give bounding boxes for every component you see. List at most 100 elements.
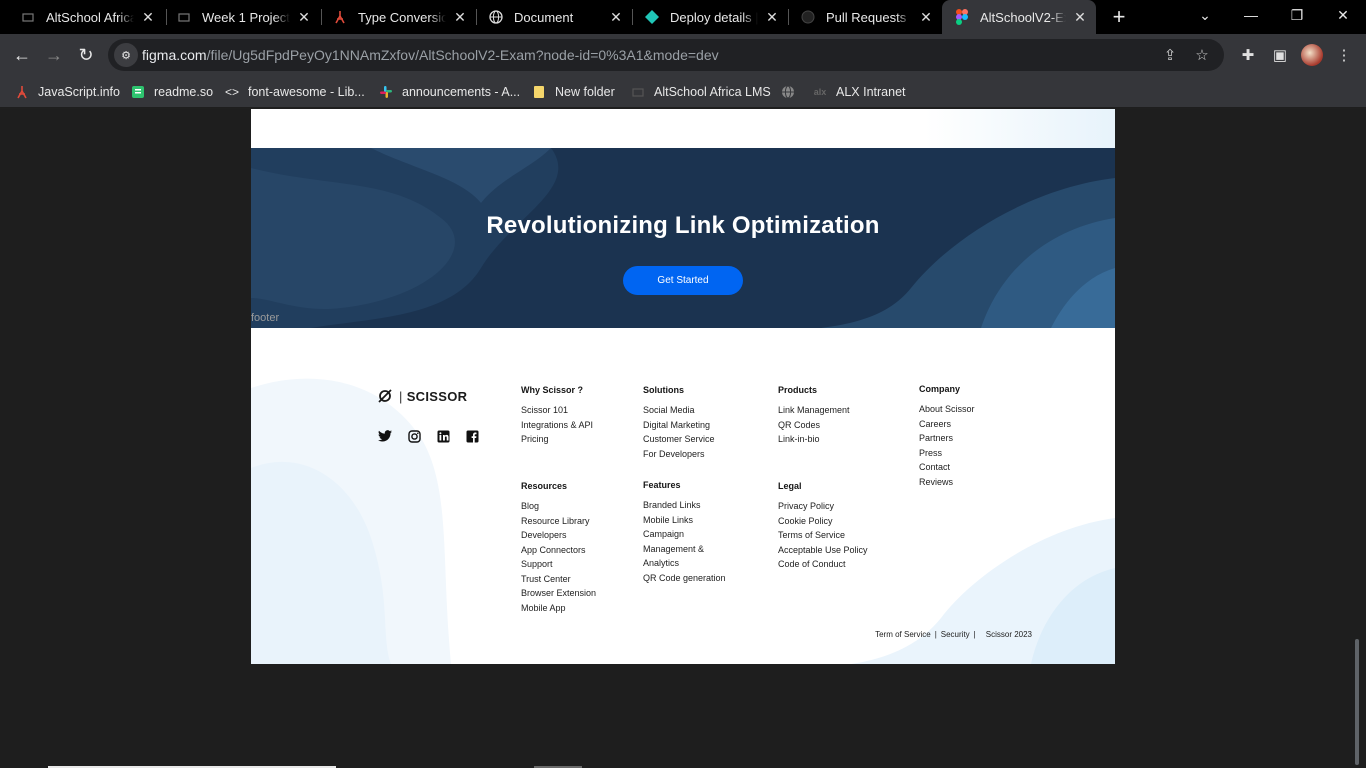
footer-legal-bar: Term of Service | Security | Scissor 2023 xyxy=(875,630,1032,639)
footer-link[interactable]: Social Media xyxy=(643,403,715,418)
footer-link[interactable]: Code of Conduct xyxy=(778,557,868,572)
footer-link[interactable]: Privacy Policy xyxy=(778,499,868,514)
share-icon[interactable]: ⇪ xyxy=(1160,45,1180,65)
footer-link[interactable]: Contact xyxy=(919,460,975,475)
footer-link[interactable]: Trust Center xyxy=(521,572,596,587)
address-url[interactable]: figma.com/file/Ug5dFpdPeyOy1NNAmZxfov/Al… xyxy=(142,47,719,63)
frame-name-label[interactable]: footer xyxy=(251,312,279,324)
tab-altschool[interactable]: AltSchool Africa LMS ✕ xyxy=(8,0,164,34)
address-bar[interactable]: ⚙ figma.com/file/Ug5dFpdPeyOy1NNAmZxfov/… xyxy=(108,39,1224,71)
footer-link[interactable]: Mobile App xyxy=(521,601,596,616)
forward-arrow-icon[interactable]: → xyxy=(40,41,68,69)
minimize-icon[interactable]: — xyxy=(1228,0,1274,30)
tab-document[interactable]: Document ✕ xyxy=(476,0,632,34)
tab-figma-exam[interactable]: AltSchoolV2-Exam ✕ xyxy=(942,0,1096,34)
new-tab-icon[interactable]: + xyxy=(1106,4,1132,30)
back-arrow-icon[interactable]: ← xyxy=(8,41,36,69)
footer-link[interactable]: Link-in-bio xyxy=(778,432,850,447)
tab-week1-project[interactable]: Week 1 Project 2 ✕ xyxy=(164,0,320,34)
bookmark-readme[interactable]: readme.so xyxy=(130,82,213,102)
footer-link[interactable]: Branded Links xyxy=(643,498,726,513)
figma-icon xyxy=(954,9,970,25)
footer-column-legal: Legal Privacy Policy Cookie Policy Terms… xyxy=(778,481,868,572)
window-close-icon[interactable]: ✕ xyxy=(1320,0,1366,30)
footer-link[interactable]: Browser Extension xyxy=(521,586,596,601)
close-icon[interactable]: ✕ xyxy=(764,9,780,25)
bookmarks-bar: JavaScript.info readme.so <> font-awesom… xyxy=(0,76,1366,108)
more-menu-icon[interactable]: ⋮ xyxy=(1334,45,1354,65)
footer-link[interactable]: Cookie Policy xyxy=(778,514,868,529)
tab-netlify-deploy[interactable]: Deploy details | Netlify ✕ xyxy=(632,0,788,34)
instagram-icon[interactable] xyxy=(406,428,422,444)
footer-link[interactable]: Integrations & API xyxy=(521,418,593,433)
extensions-icon[interactable]: ✚ xyxy=(1238,45,1258,65)
linkedin-icon[interactable] xyxy=(435,428,451,444)
footer-link[interactable]: Developers xyxy=(521,528,596,543)
close-icon[interactable]: ✕ xyxy=(1072,9,1088,25)
tab-pull-requests[interactable]: Pull Requests ✕ xyxy=(788,0,942,34)
tab-title: AltSchool Africa LMS xyxy=(46,9,134,25)
footer-link[interactable]: Reviews xyxy=(919,475,975,490)
terms-link[interactable]: Term of Service xyxy=(875,630,931,639)
footer-link[interactable]: For Developers xyxy=(643,447,715,462)
footer-link[interactable]: Blog xyxy=(521,499,596,514)
bookmark-alx-intranet[interactable]: alx ALX Intranet xyxy=(812,82,906,102)
footer-link[interactable]: App Connectors xyxy=(521,543,596,558)
code-icon: <> xyxy=(224,85,239,99)
bookmark-globe[interactable] xyxy=(780,82,804,102)
tab-title: Deploy details | Netlify xyxy=(670,9,758,25)
footer-column-features: Features Branded Links Mobile Links Camp… xyxy=(643,480,726,585)
bookmark-announcements[interactable]: announcements - A... xyxy=(378,82,520,102)
footer-link[interactable]: QR Code generation xyxy=(643,571,726,586)
site-info-icon[interactable]: ⚙ xyxy=(114,43,138,67)
bookmark-font-awesome[interactable]: <> font-awesome - Lib... xyxy=(224,82,365,102)
footer-link[interactable]: Partners xyxy=(919,431,975,446)
figma-canvas[interactable]: Revolutionizing Link Optimization Get St… xyxy=(0,109,1366,768)
get-started-button[interactable]: Get Started xyxy=(623,266,743,295)
scissor-logo[interactable]: | SCISSOR xyxy=(377,388,467,404)
bookmark-javascript-info[interactable]: JavaScript.info xyxy=(14,82,120,102)
footer-link[interactable]: Resource Library xyxy=(521,514,596,529)
close-icon[interactable]: ✕ xyxy=(918,9,934,25)
footer-link[interactable]: Management & xyxy=(643,542,726,557)
restore-icon[interactable]: ❐ xyxy=(1274,0,1320,30)
reload-icon[interactable]: ↻ xyxy=(72,41,100,69)
netlify-icon xyxy=(644,9,660,25)
bookmark-new-folder[interactable]: New folder xyxy=(531,82,615,102)
frame-section-top xyxy=(251,109,1115,148)
footer-link[interactable]: Pricing xyxy=(521,432,593,447)
altschool-icon xyxy=(630,84,646,100)
security-link[interactable]: Security xyxy=(941,630,970,639)
bookmark-altschool-lms[interactable]: AltSchool Africa LMS xyxy=(630,82,771,102)
footer-link[interactable]: Link Management xyxy=(778,403,850,418)
column-heading: Resources xyxy=(521,481,568,491)
footer-link[interactable]: Support xyxy=(521,557,596,572)
close-icon[interactable]: ✕ xyxy=(452,9,468,25)
footer-link[interactable]: Digital Marketing xyxy=(643,418,715,433)
tab-search-icon[interactable]: ⌄ xyxy=(1182,0,1228,30)
footer-link[interactable]: QR Codes xyxy=(778,418,850,433)
footer-link[interactable]: Press xyxy=(919,446,975,461)
footer-link[interactable]: Terms of Service xyxy=(778,528,868,543)
close-icon[interactable]: ✕ xyxy=(296,9,312,25)
tab-type-conversions[interactable]: Type Conversions ✕ xyxy=(320,0,476,34)
facebook-icon[interactable] xyxy=(464,428,480,444)
footer-link[interactable]: Acceptable Use Policy xyxy=(778,543,868,558)
footer-link[interactable]: Customer Service xyxy=(643,432,715,447)
footer-link[interactable]: Mobile Links xyxy=(643,513,726,528)
tab-title: Document xyxy=(514,9,574,25)
close-icon[interactable]: ✕ xyxy=(608,9,624,25)
twitter-icon[interactable] xyxy=(377,428,393,444)
logo-separator: | xyxy=(399,388,403,404)
footer-link[interactable]: About Scissor xyxy=(919,402,975,417)
bookmark-star-icon[interactable]: ☆ xyxy=(1192,45,1212,65)
vertical-scrollbar-thumb[interactable] xyxy=(1355,639,1359,765)
footer-link[interactable]: Campaign xyxy=(643,527,726,542)
footer-link[interactable]: Analytics xyxy=(643,556,726,571)
profile-avatar[interactable] xyxy=(1301,44,1323,66)
bookmark-label: readme.so xyxy=(154,85,214,99)
footer-link[interactable]: Scissor 101 xyxy=(521,403,593,418)
footer-link[interactable]: Careers xyxy=(919,417,975,432)
close-icon[interactable]: ✕ xyxy=(140,9,156,25)
side-panel-icon[interactable]: ▣ xyxy=(1270,45,1290,65)
